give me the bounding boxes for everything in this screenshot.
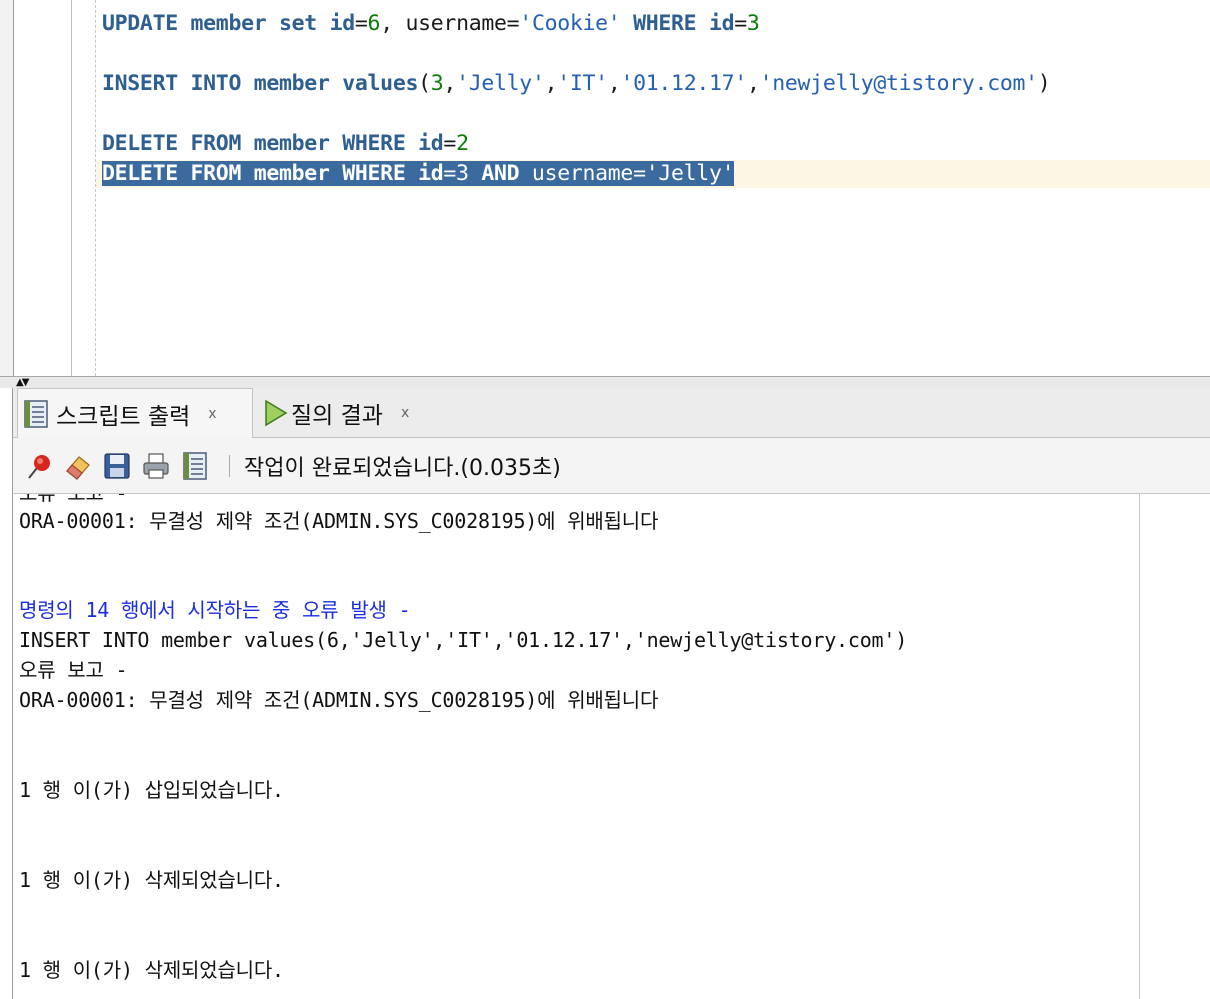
code-fold-guide	[95, 0, 96, 376]
script-button[interactable]	[179, 450, 211, 482]
line-number-gutter	[14, 0, 72, 376]
close-icon[interactable]: x	[208, 406, 216, 422]
panel-splitter[interactable]: ▲▼	[0, 376, 1210, 388]
code-token: INSERT INTO member values	[102, 71, 419, 96]
code-token: 'Cookie'	[519, 11, 621, 36]
output-line: 오류 보고 -	[19, 658, 128, 682]
code-token: =3	[443, 161, 482, 186]
output-tab-bar: 스크립트 출력 x 질의 결과 x	[12, 388, 1210, 439]
code-token: 3	[430, 71, 444, 96]
code-token: ,	[746, 71, 760, 96]
code-token: UPDATE member set id	[102, 11, 355, 36]
code-token: ,	[544, 71, 558, 96]
clear-button[interactable]	[62, 450, 94, 482]
output-line: ORA-00001: 무결성 제약 조건(ADMIN.SYS_C0028195)…	[19, 509, 659, 533]
output-line: 명령의 14 행에서 시작하는 중 오류 발생 -	[19, 598, 411, 622]
code-token: ,	[443, 71, 457, 96]
script-output-icon	[24, 400, 48, 428]
print-button[interactable]	[140, 450, 172, 482]
code-token: WHERE id	[620, 11, 735, 36]
code-token: 'IT'	[557, 71, 608, 96]
selected-text[interactable]: DELETE FROM member WHERE id=3 AND userna…	[102, 161, 735, 186]
tab-query-result[interactable]: 질의 결과 x	[257, 388, 437, 438]
output-toolbar: 작업이 완료되었습니다.(0.035초)	[12, 438, 1210, 494]
code-line-delete-2-selected[interactable]: DELETE FROM member WHERE id=3 AND userna…	[102, 159, 735, 189]
print-icon	[143, 452, 169, 479]
save-button[interactable]	[101, 450, 133, 482]
tab-script-output-label: 스크립트 출력	[56, 404, 191, 430]
code-token: 'Jelly'	[456, 71, 545, 96]
tab-query-result-label: 질의 결과	[291, 403, 383, 429]
code-token: 6	[367, 11, 381, 36]
code-token: 2	[456, 131, 469, 156]
output-line: ORA-00001: 무결성 제약 조건(ADMIN.SYS_C0028195)…	[19, 688, 659, 712]
output-line: 1 행 이(가) 삭제되었습니다.	[19, 868, 284, 892]
code-line-insert[interactable]: INSERT INTO member values(3,'Jelly','IT'…	[102, 69, 1051, 99]
code-token: =	[354, 11, 368, 36]
code-line-delete-1[interactable]: DELETE FROM member WHERE id=2	[102, 129, 469, 159]
code-token: 3	[746, 11, 760, 36]
code-token: ,	[607, 71, 621, 96]
code-token: '01.12.17'	[620, 71, 747, 96]
tab-script-output[interactable]: 스크립트 출력 x	[17, 388, 253, 439]
save-icon	[104, 452, 130, 479]
close-icon[interactable]: x	[401, 405, 409, 421]
editor-left-edge	[0, 0, 14, 376]
sql-editor[interactable]: UPDATE member set id=6, username='Cookie…	[0, 0, 1210, 376]
pin-button[interactable]	[23, 450, 55, 482]
code-token: =	[443, 131, 457, 156]
eraser-icon	[66, 455, 90, 480]
code-token: 'Jelly'	[645, 161, 735, 186]
script-output-panel[interactable]: 오류 보고 - ORA-00001: 무결성 제약 조건(ADMIN.SYS_C…	[12, 494, 1210, 999]
toolbar-divider	[229, 454, 230, 477]
code-token: AND	[481, 161, 520, 186]
output-line: 1 행 이(가) 삭제되었습니다.	[19, 958, 284, 982]
run-query-icon	[265, 399, 288, 427]
output-right-strip	[1140, 494, 1210, 999]
output-line: INSERT INTO member values(6,'Jelly','IT'…	[19, 628, 908, 652]
script-icon	[183, 451, 207, 480]
code-token: username=	[519, 161, 646, 186]
pin-icon	[28, 454, 50, 479]
output-line: 1 행 이(가) 삽입되었습니다.	[19, 778, 284, 802]
code-token: DELETE FROM member WHERE id	[102, 161, 444, 186]
code-token: (	[418, 71, 431, 96]
code-token: , username=	[380, 11, 520, 36]
code-token: 'newjelly@tistory.com'	[759, 71, 1038, 96]
execution-status: 작업이 완료되었습니다.(0.035초)	[244, 455, 561, 481]
code-token: =	[734, 11, 747, 36]
code-line-update[interactable]: UPDATE member set id=6, username='Cookie…	[102, 9, 760, 39]
code-token: )	[1037, 71, 1051, 96]
code-token: DELETE FROM member WHERE id	[102, 131, 444, 156]
